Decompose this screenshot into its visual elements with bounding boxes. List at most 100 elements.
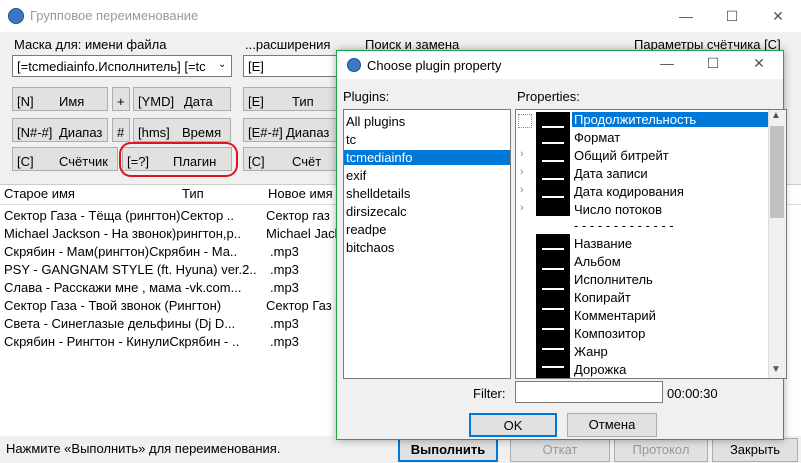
plus-button[interactable]: +	[112, 87, 130, 111]
media-thumbnail-icon	[536, 234, 570, 378]
table-cell: .mp3	[270, 244, 299, 259]
chevron-right-icon[interactable]: ›	[520, 202, 524, 214]
plugins-list[interactable]: All plugins tc tcmediainfo exif shelldet…	[343, 109, 511, 379]
plugin-item[interactable]: All plugins	[346, 114, 405, 129]
choose-plugin-dialog: Choose plugin property — ☐ ✕ Plugins: Pr…	[336, 49, 787, 440]
chevron-right-icon[interactable]: ›	[520, 184, 524, 196]
table-row[interactable]: Слава - Расскажи мне , мама -vk.com...	[4, 280, 241, 295]
plugin-item[interactable]: readpe	[346, 222, 386, 237]
duration-value: 00:00:30	[667, 386, 718, 401]
name-mask-value: [=tcmediainfo.Исполнитель] [=tc	[17, 59, 206, 74]
properties-label: Properties:	[517, 89, 580, 104]
properties-list[interactable]: › › › › Продолжительность Формат Общий б…	[515, 109, 787, 379]
dialog-maximize-button[interactable]: ☐	[690, 49, 736, 77]
property-item[interactable]: Альбом	[574, 254, 621, 269]
table-cell: Сектор газ	[266, 208, 330, 223]
chevron-right-icon[interactable]: ›	[520, 148, 524, 160]
cancel-button[interactable]: Отмена	[567, 413, 657, 437]
table-row[interactable]: Сектор Газа - Твой звонок (Рингтон)	[4, 298, 221, 313]
undo-button[interactable]: Откат	[510, 438, 610, 462]
tree-collapse-box[interactable]	[518, 114, 532, 128]
time-button[interactable]: [hms] Время	[133, 118, 231, 142]
ext-type-label: Тип	[292, 94, 314, 109]
ext-counter-code: [C]	[248, 154, 265, 169]
table-row[interactable]: Скрябин - Мам(рингтон)Скрябин - Ма..	[4, 244, 237, 259]
property-item[interactable]: Композитор	[574, 326, 645, 341]
ext-range-button[interactable]: [E#-#] Диапаз	[243, 118, 338, 142]
ext-counter-label: Счёт	[292, 154, 322, 169]
plugin-item[interactable]: tc	[346, 132, 356, 147]
dialog-close-button[interactable]: ✕	[736, 49, 782, 77]
property-separator: - - - - - - - - - - - - -	[574, 218, 674, 233]
name-button[interactable]: [N] Имя	[12, 87, 108, 111]
name-mask-label: Маска для: имени файла	[14, 37, 167, 52]
scroll-up-icon[interactable]: ▲	[771, 110, 781, 121]
name-code: [N]	[17, 94, 34, 109]
property-item[interactable]: Дата кодирования	[574, 184, 684, 199]
table-row[interactable]: Света - Синеглазые дельфины (Dj D...	[4, 316, 235, 331]
dialog-app-icon	[347, 58, 361, 72]
dialog-title: Choose plugin property	[367, 58, 502, 73]
plugin-item[interactable]: dirsizecalc	[346, 204, 407, 219]
property-item[interactable]: Общий битрейт	[574, 148, 669, 163]
property-item[interactable]: Копирайт	[574, 290, 631, 305]
table-cell: .mp3	[270, 316, 299, 331]
filter-input[interactable]	[515, 381, 663, 403]
close-dialog-button[interactable]: Закрыть	[712, 438, 798, 462]
chevron-right-icon[interactable]: ›	[520, 166, 524, 178]
range-button[interactable]: [N#-#] Диапаз	[12, 118, 108, 142]
ext-mask-label: ...расширения	[245, 37, 331, 52]
chevron-down-icon[interactable]: ⌄	[218, 59, 226, 70]
maximize-button[interactable]: ☐	[709, 0, 755, 32]
scroll-down-icon[interactable]: ▼	[771, 364, 781, 375]
ext-mask-input[interactable]: [E]	[243, 55, 338, 77]
counter-button[interactable]: [C] Счётчик	[12, 147, 118, 171]
property-item[interactable]: Название	[574, 236, 632, 251]
plugin-item-selected[interactable]: tcmediainfo	[344, 150, 510, 165]
range-code: [N#-#]	[17, 125, 53, 140]
column-header-new-name[interactable]: Новое имя	[268, 186, 333, 201]
name-mask-input[interactable]: [=tcmediainfo.Исполнитель] [=tc	[12, 55, 232, 77]
property-item[interactable]: Исполнитель	[574, 272, 653, 287]
hash-button[interactable]: #	[112, 118, 130, 142]
window-title: Групповое переименование	[30, 8, 199, 23]
table-row[interactable]: PSY - GANGNAM STYLE (ft. Hyuna) ver.2..	[4, 262, 257, 277]
property-item[interactable]: Число потоков	[574, 202, 662, 217]
name-label: Имя	[59, 94, 85, 109]
time-code: [hms]	[138, 125, 170, 140]
date-label: Дата	[184, 94, 213, 109]
minimize-button[interactable]: —	[663, 0, 709, 32]
property-item[interactable]: Дорожка	[574, 362, 626, 377]
counter-label: Счётчик	[59, 154, 108, 169]
hash-label: #	[117, 125, 125, 140]
table-cell: Сектор Газ	[266, 298, 332, 313]
column-header-type[interactable]: Тип	[182, 186, 204, 201]
date-button[interactable]: [YMD] Дата	[133, 87, 231, 111]
property-item-selected[interactable]: Продолжительность	[572, 112, 774, 127]
ext-counter-button[interactable]: [C] Счёт	[243, 147, 338, 171]
plugin-item[interactable]: bitchaos	[346, 240, 394, 255]
property-item[interactable]: Формат	[574, 130, 620, 145]
log-button[interactable]: Протокол	[614, 438, 708, 462]
media-thumbnail-icon	[536, 112, 570, 216]
plugin-item[interactable]: exif	[346, 168, 366, 183]
table-cell: .mp3	[270, 262, 299, 277]
property-item[interactable]: Дата записи	[574, 166, 648, 181]
table-row[interactable]: Сектор Газа - Тёща (рингтон)Сектор ..	[4, 208, 234, 223]
dialog-minimize-button[interactable]: —	[644, 49, 690, 77]
scrollbar-thumb[interactable]	[770, 126, 784, 218]
ok-button[interactable]: OK	[469, 413, 557, 437]
ext-type-button[interactable]: [E] Тип	[243, 87, 338, 111]
close-button[interactable]: ✕	[755, 0, 801, 32]
plugin-highlight-circle	[119, 142, 238, 177]
property-item[interactable]: Комментарий	[574, 308, 656, 323]
table-row[interactable]: Скрябин - Рингтон - КинулиСкрябин - ..	[4, 334, 239, 349]
table-cell: .mp3	[270, 334, 299, 349]
plugin-item[interactable]: shelldetails	[346, 186, 410, 201]
property-item[interactable]: Жанр	[574, 344, 608, 359]
filter-label: Filter:	[473, 386, 506, 401]
run-button[interactable]: Выполнить	[398, 438, 498, 462]
plus-label: +	[117, 94, 125, 109]
table-row[interactable]: Michael Jackson - На звонок)рингтон,р..	[4, 226, 241, 241]
column-header-old-name[interactable]: Старое имя	[4, 186, 75, 201]
